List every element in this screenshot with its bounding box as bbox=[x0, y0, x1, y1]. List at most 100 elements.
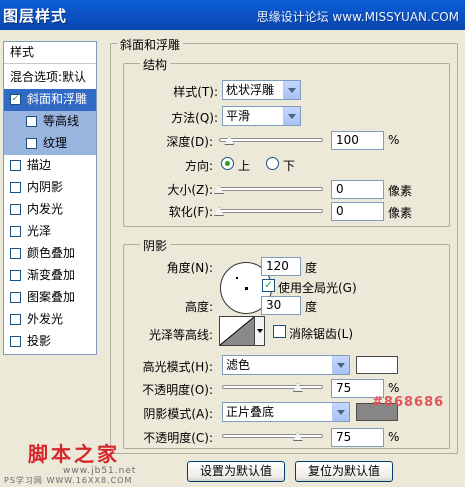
size-slider-track bbox=[219, 187, 323, 191]
soften-label: 软化(F): bbox=[168, 205, 213, 219]
highlight-color-swatch[interactable] bbox=[356, 356, 398, 374]
highlight-mode-select[interactable]: 滤色 bbox=[222, 355, 350, 375]
shadow-opacity-unit: % bbox=[388, 430, 400, 444]
style-list-label: 颜色叠加 bbox=[27, 246, 76, 260]
style-list-checkbox[interactable] bbox=[10, 182, 21, 193]
shadow-mode-label: 阴影模式(A): bbox=[143, 407, 213, 421]
bevel-style-select[interactable]: 枕状浮雕 bbox=[222, 80, 301, 100]
gloss-contour-picker[interactable] bbox=[219, 316, 255, 346]
altitude-label: 高度: bbox=[184, 300, 213, 314]
chevron-down-icon bbox=[283, 81, 300, 99]
watermark-ps-url: PS学习网 WWW.16XX8.COM bbox=[4, 476, 133, 485]
highlight-opacity-slider[interactable] bbox=[222, 382, 323, 392]
style-list-item[interactable]: 内发光 bbox=[4, 199, 96, 221]
anti-alias-label[interactable]: 消除锯齿(L) bbox=[289, 325, 353, 342]
highlight-opacity-unit: % bbox=[388, 381, 400, 395]
style-list-item[interactable]: 光泽 bbox=[4, 221, 96, 243]
direction-down-radio[interactable] bbox=[266, 157, 279, 170]
style-list-item[interactable]: ✓ 斜面和浮雕 bbox=[4, 89, 96, 111]
style-list-item[interactable]: 纹理 bbox=[4, 133, 96, 155]
style-list-checkbox[interactable] bbox=[10, 292, 21, 303]
highlight-mode-label: 高光模式(H): bbox=[142, 360, 213, 374]
style-label: 样式(T): bbox=[173, 85, 218, 99]
angle-dial-center bbox=[245, 287, 248, 290]
shading-title: 阴影 bbox=[140, 237, 171, 254]
size-input[interactable]: 0 bbox=[331, 180, 384, 199]
style-list-item[interactable]: 等高线 bbox=[4, 111, 96, 133]
soften-slider-track bbox=[219, 209, 323, 213]
angle-label: 角度(N): bbox=[166, 261, 213, 275]
size-unit: 像素 bbox=[388, 184, 413, 198]
technique-value: 平滑 bbox=[226, 109, 251, 123]
soften-slider[interactable] bbox=[214, 206, 323, 216]
style-list-label: 渐变叠加 bbox=[27, 268, 76, 282]
style-list-label: 斜面和浮雕 bbox=[27, 92, 88, 106]
soften-unit: 像素 bbox=[388, 206, 413, 220]
style-list-header-label: 样式 bbox=[10, 45, 35, 59]
direction-down-label[interactable]: 下 bbox=[283, 157, 295, 174]
direction-label: 方向: bbox=[184, 159, 213, 173]
window-title: 图层样式 bbox=[3, 7, 68, 25]
make-default-button[interactable]: 设置为默认值 bbox=[187, 461, 285, 482]
style-list-item[interactable]: 外发光 bbox=[4, 309, 96, 331]
shadow-opacity-slider[interactable] bbox=[222, 431, 323, 441]
soften-input[interactable]: 0 bbox=[331, 202, 384, 221]
angle-input[interactable]: 120 bbox=[261, 257, 301, 276]
angle-unit: 度 bbox=[305, 261, 318, 275]
style-list-checkbox[interactable] bbox=[10, 204, 21, 215]
highlight-opacity-label: 不透明度(O): bbox=[142, 383, 213, 397]
depth-input[interactable]: 100 bbox=[331, 131, 384, 150]
style-list-checkbox[interactable] bbox=[10, 160, 21, 171]
style-list-checkbox[interactable]: ✓ bbox=[10, 94, 21, 105]
style-list-label: 等高线 bbox=[43, 114, 80, 128]
style-list-header: 样式 bbox=[4, 42, 96, 64]
size-slider[interactable] bbox=[214, 184, 323, 194]
style-list-label: 纹理 bbox=[43, 136, 68, 150]
direction-up-label[interactable]: 上 bbox=[238, 157, 250, 174]
chevron-down-icon bbox=[332, 356, 349, 374]
style-list-label: 光泽 bbox=[27, 224, 52, 238]
style-list-item[interactable]: 混合选项:默认 bbox=[4, 67, 96, 89]
style-list-item[interactable]: 渐变叠加 bbox=[4, 265, 96, 287]
watermark-brand: 脚本之家 bbox=[28, 442, 120, 466]
depth-slider[interactable] bbox=[219, 135, 323, 145]
global-light-label[interactable]: 使用全局光(G) bbox=[278, 279, 357, 296]
style-list-item[interactable]: 投影 bbox=[4, 331, 96, 353]
style-list-checkbox[interactable] bbox=[10, 248, 21, 259]
style-list-label: 描边 bbox=[27, 158, 52, 172]
direction-up-radio[interactable] bbox=[221, 157, 234, 170]
global-light-checkbox[interactable]: ✓ bbox=[262, 279, 275, 292]
altitude-input[interactable]: 30 bbox=[261, 296, 301, 315]
style-list-label: 投影 bbox=[27, 334, 52, 348]
style-list-checkbox[interactable] bbox=[10, 336, 21, 347]
style-list-label: 内发光 bbox=[27, 202, 64, 216]
chevron-down-icon bbox=[283, 107, 300, 125]
highlight-opacity-track bbox=[222, 385, 323, 389]
depth-slider-track bbox=[219, 138, 323, 142]
reset-default-button[interactable]: 复位为默认值 bbox=[295, 461, 393, 482]
highlight-mode-value: 滤色 bbox=[226, 358, 251, 372]
style-list-item[interactable]: 颜色叠加 bbox=[4, 243, 96, 265]
technique-select[interactable]: 平滑 bbox=[222, 106, 301, 126]
style-list-label: 内阴影 bbox=[27, 180, 64, 194]
bevel-style-value: 枕状浮雕 bbox=[226, 83, 275, 97]
shadow-opacity-input[interactable]: 75 bbox=[331, 428, 384, 447]
style-list-item[interactable]: 内阴影 bbox=[4, 177, 96, 199]
style-list-checkbox[interactable] bbox=[10, 270, 21, 281]
style-list-checkbox[interactable] bbox=[10, 226, 21, 237]
style-list-checkbox[interactable] bbox=[26, 138, 37, 149]
style-list-checkbox[interactable] bbox=[26, 116, 37, 127]
chevron-down-icon[interactable] bbox=[255, 316, 265, 346]
angle-dial-marker bbox=[236, 277, 238, 279]
shadow-mode-select[interactable]: 正片叠底 bbox=[222, 402, 350, 422]
method-label: 方法(Q): bbox=[171, 111, 218, 125]
size-label: 大小(Z): bbox=[167, 183, 213, 197]
style-list-item[interactable]: 描边 bbox=[4, 155, 96, 177]
shadow-opacity-label: 不透明度(C): bbox=[143, 431, 213, 445]
title-bar: 图层样式 思缘设计论坛 www.MISSYUAN.COM bbox=[0, 0, 465, 30]
altitude-unit: 度 bbox=[305, 300, 318, 314]
anti-alias-checkbox[interactable] bbox=[273, 325, 286, 338]
style-list-checkbox[interactable] bbox=[10, 314, 21, 325]
style-list-label: 外发光 bbox=[27, 312, 64, 326]
style-list-item[interactable]: 图案叠加 bbox=[4, 287, 96, 309]
